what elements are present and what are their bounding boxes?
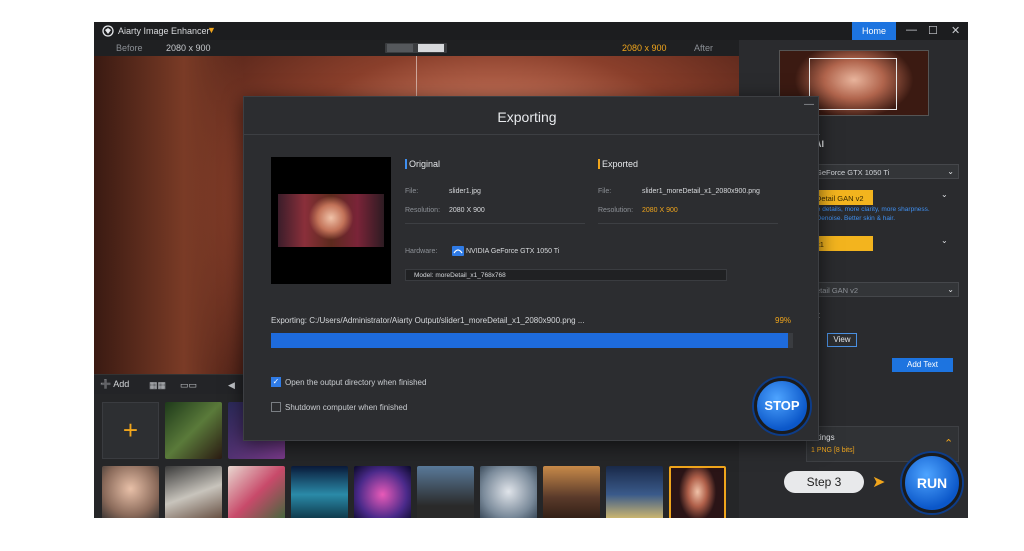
list-view-icon[interactable]: ▭▭: [180, 380, 197, 391]
exported-file-value: slider1_moreDetail_x1_2080x900.png: [642, 188, 760, 195]
export-percentage: 99%: [775, 316, 792, 325]
app-menu-chevron-icon[interactable]: ▼: [207, 25, 216, 35]
thumbnail[interactable]: [165, 402, 222, 459]
output-section-title: pt: [811, 310, 968, 320]
model-note-1: ore details, more clarity, more sharpnes…: [811, 206, 930, 213]
thumbnail[interactable]: [354, 466, 411, 518]
thumbnail[interactable]: [480, 466, 537, 518]
scale-select[interactable]: x1: [811, 236, 873, 251]
export-progress-bar: [271, 333, 793, 348]
minimize-icon[interactable]: —: [906, 24, 917, 36]
separator: [405, 223, 585, 224]
settings-format: 1 PNG [8 bits]: [811, 447, 855, 454]
open-directory-checkbox[interactable]: ✓: [271, 377, 281, 387]
arrow-right-icon: ➤: [872, 474, 886, 491]
view-mode-toggle[interactable]: [385, 43, 447, 53]
single-view-icon[interactable]: [387, 44, 413, 52]
thumbnail[interactable]: [606, 466, 663, 518]
dialog-header: Exporting —: [244, 97, 820, 135]
exported-heading: Exported: [598, 159, 638, 169]
exported-resolution-label: Resolution:: [598, 207, 634, 214]
thumbnail[interactable]: [102, 466, 159, 518]
preview-hair-shade: [94, 56, 244, 374]
exporting-dialog: Exporting — Original File: slider1.jpg R…: [243, 96, 820, 441]
export-thumbnail: [271, 157, 391, 284]
stop-button[interactable]: STOP: [754, 378, 810, 434]
grid-view-icon[interactable]: ▦▦: [149, 380, 166, 391]
hardware-label: Hardware:: [405, 248, 438, 255]
dialog-title: Exporting: [497, 109, 557, 125]
navigator-frame[interactable]: [809, 58, 897, 110]
thumbnail[interactable]: [543, 466, 600, 518]
minimize-dialog-icon[interactable]: —: [804, 99, 814, 110]
original-heading: Original: [405, 159, 440, 169]
add-button[interactable]: ➕ Add: [100, 379, 129, 390]
maximize-icon[interactable]: ☐: [928, 24, 938, 37]
step-3-label: Step 3: [784, 471, 864, 493]
thumbnail-selected[interactable]: [669, 466, 726, 518]
add-text-button[interactable]: Add Text: [892, 358, 953, 372]
model-note-2: + Denoise. Better skin & hair.: [811, 215, 896, 222]
gpu-select[interactable]: GeForce GTX 1050 Ti ⌄: [811, 164, 959, 179]
export-progress-fill: [271, 333, 788, 348]
chevron-down-icon[interactable]: ⌄: [941, 190, 948, 199]
exported-file-label: File:: [598, 188, 612, 195]
secondary-model-value: etail GAN v2: [816, 286, 859, 295]
chevron-down-icon: ⌄: [947, 285, 954, 294]
model-select[interactable]: Detail GAN v2: [811, 190, 873, 205]
add-label: Add: [113, 379, 130, 389]
ai-section-title: AI: [815, 139, 824, 149]
after-resolution: 2080 x 900: [622, 43, 667, 53]
export-thumbnail-image: [278, 194, 384, 247]
model-label: Model: moreDetail_x1_768x768: [414, 272, 506, 279]
model-select-value: Detail GAN v2: [816, 194, 864, 203]
original-resolution-label: Resolution:: [405, 207, 441, 214]
export-path-text: Exporting: C:/Users/Administrator/Aiarty…: [271, 316, 585, 325]
thumbnail[interactable]: [165, 466, 222, 518]
before-label: Before: [116, 43, 143, 53]
nvidia-icon: [452, 246, 464, 256]
before-resolution: 2080 x 900: [166, 43, 211, 53]
open-directory-label: Open the output directory when finished: [285, 378, 427, 387]
run-button[interactable]: RUN: [902, 453, 962, 513]
hardware-value: NVIDIA GeForce GTX 1050 Ti: [466, 248, 560, 255]
chevron-double-up-icon[interactable]: ⌃: [944, 437, 953, 450]
app-window: Aiarty Image Enhancer ▼ Home — ☐ ✕ Befor…: [94, 22, 968, 518]
model-info-bar: Model: moreDetail_x1_768x768: [405, 269, 727, 281]
secondary-model-select[interactable]: etail GAN v2 ⌄: [811, 282, 959, 297]
view-button[interactable]: View: [827, 333, 857, 347]
chevron-down-icon: ⌄: [947, 167, 954, 176]
original-file-value: slider1.jpg: [449, 188, 481, 195]
shutdown-checkbox[interactable]: [271, 402, 281, 412]
chevron-down-icon[interactable]: ⌄: [941, 236, 948, 245]
scroll-left-icon[interactable]: ◀: [228, 380, 235, 391]
compare-bar: Before 2080 x 900 2080 x 900 After: [94, 40, 739, 56]
exported-resolution-value: 2080 X 900: [642, 207, 678, 214]
app-logo-icon: [102, 25, 114, 37]
shutdown-label: Shutdown computer when finished: [285, 403, 408, 412]
original-file-label: File:: [405, 188, 419, 195]
split-view-icon[interactable]: [418, 44, 444, 52]
app-title: Aiarty Image Enhancer: [118, 26, 210, 36]
close-icon[interactable]: ✕: [951, 24, 960, 37]
separator: [598, 223, 778, 224]
after-label: After: [694, 43, 714, 53]
thumbnail[interactable]: [417, 466, 474, 518]
home-button[interactable]: Home: [852, 22, 896, 40]
original-resolution-value: 2080 X 900: [449, 207, 485, 214]
gpu-select-value: GeForce GTX 1050 Ti: [816, 168, 890, 177]
add-image-tile[interactable]: +: [102, 402, 159, 459]
thumbnail[interactable]: [228, 466, 285, 518]
title-bar: Aiarty Image Enhancer ▼ Home — ☐ ✕: [94, 22, 968, 40]
thumbnail[interactable]: [291, 466, 348, 518]
